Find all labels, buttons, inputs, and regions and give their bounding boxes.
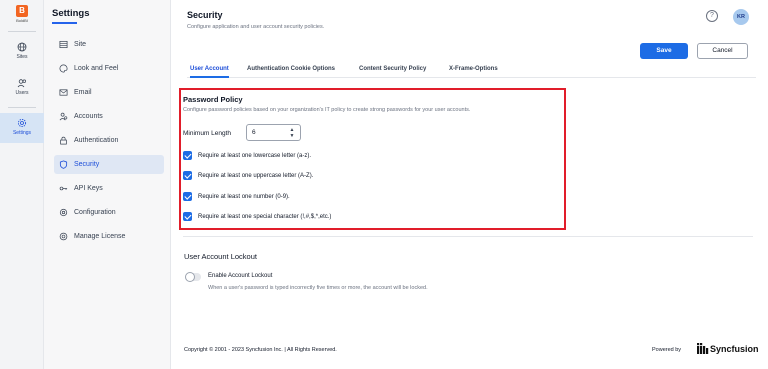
password-policy-title: Password Policy [183,95,243,104]
lockout-description: When a user's password is typed incorrec… [208,285,428,291]
sidebar-item-label: Manage License [74,233,126,240]
sidebar-item-manage-license[interactable]: Manage License [54,227,164,246]
sidebar-item-email[interactable]: Email [54,83,164,102]
minimum-length-stepper[interactable]: 6 ▲ ▼ [246,124,301,141]
rule-label: Require at least one lowercase letter (a… [198,152,312,159]
rail-item-label: Settings [12,130,32,136]
cancel-button[interactable]: Cancel [697,43,748,59]
rule-lowercase[interactable]: Require at least one lowercase letter (a… [183,151,311,160]
app-logo[interactable]: B BoldBI [12,5,32,25]
key-icon [59,186,68,191]
tab-content-security-policy[interactable]: Content Security Policy [359,66,426,78]
sidebar-item-label: Look and Feel [74,65,119,72]
decrement-icon[interactable]: ▼ [288,133,296,139]
page-title: Security [187,10,223,20]
sidebar-item-label: Authentication [74,137,119,144]
main-content: Security Configure application and user … [171,0,768,369]
sidebar-item-label: API Keys [74,185,103,192]
app-name: BoldBI [16,18,28,23]
sidebar-item-configuration[interactable]: Configuration [54,203,164,222]
settings-sidebar: Settings Site Look and Feel Email Accoun… [44,0,171,369]
globe-icon [17,42,27,52]
sidebar-item-label: Security [74,161,100,168]
syncfusion-wordmark: Syncfusion [710,343,759,354]
sidebar-item-label: Site [74,41,87,48]
stepper-arrows[interactable]: ▲ ▼ [288,127,296,139]
sidebar-item-site[interactable]: Site [54,35,164,54]
page-subtitle: Configure application and user account s… [187,24,325,30]
shield-icon [59,160,68,169]
rail-divider [8,107,36,108]
accounts-icon [59,112,68,121]
tab-user-account[interactable]: User Account [190,66,229,78]
rail-item-sites[interactable]: Sites [0,42,44,60]
password-policy-description: Configure password policies based on you… [183,107,471,113]
rule-label: Require at least one special character (… [198,213,332,220]
tab-bar: User Account Authentication Cookie Optio… [187,62,756,78]
sidebar-item-authentication[interactable]: Authentication [54,131,164,150]
license-icon [59,232,68,241]
lock-icon [60,136,67,145]
rail-item-settings[interactable]: Settings [0,113,44,143]
sidebar-item-security[interactable]: Security [54,155,164,174]
section-divider [183,236,753,237]
rail-divider [8,31,36,32]
rail-item-label: Users [15,90,29,96]
app-rail: B BoldBI Sites Users Settings [0,0,44,369]
sidebar-item-look-and-feel[interactable]: Look and Feel [54,59,164,78]
lockout-title: User Account Lockout [184,252,257,261]
rule-number[interactable]: Require at least one number (0-9). [183,192,290,201]
rule-label: Require at least one number (0-9). [198,193,290,200]
sidebar-item-label: Configuration [74,209,116,216]
syncfusion-mark-icon [697,343,709,354]
rule-uppercase[interactable]: Require at least one uppercase letter (A… [183,171,313,180]
avatar[interactable]: KR [733,9,749,25]
lockout-toggle-label: Enable Account Lockout [208,273,273,279]
tab-x-frame-options[interactable]: X-Frame-Options [449,66,498,78]
checkbox-checked-icon[interactable] [183,151,192,160]
users-icon [17,79,26,88]
save-button[interactable]: Save [640,43,688,59]
syncfusion-logo[interactable]: Syncfusion [697,343,759,354]
rail-item-label: Sites [16,54,28,60]
rule-label: Require at least one uppercase letter (A… [198,172,314,179]
tab-authentication-cookie-options[interactable]: Authentication Cookie Options [247,66,335,78]
sidebar-item-label: Accounts [74,113,103,120]
minimum-length-label: Minimum Length [183,130,232,137]
palette-icon [59,64,68,73]
sidebar-item-api-keys[interactable]: API Keys [54,179,164,198]
bold-bi-logo-icon: B [16,5,28,17]
copyright: Copyright © 2001 - 2023 Syncfusion Inc. … [184,347,337,353]
sidebar-title: Settings [52,8,90,19]
help-icon[interactable]: ? [706,10,718,22]
checkbox-checked-icon[interactable] [183,212,192,221]
site-icon [59,40,68,49]
sidebar-title-underline [52,22,77,24]
minimum-length-value[interactable]: 6 [252,129,256,136]
sidebar-item-accounts[interactable]: Accounts [54,107,164,126]
sidebar-item-label: Email [74,89,92,96]
config-icon [59,208,68,217]
rule-special-character[interactable]: Require at least one special character (… [183,212,331,221]
lockout-toggle[interactable] [185,272,201,282]
checkbox-checked-icon[interactable] [183,171,192,180]
gear-icon [17,118,27,128]
rail-item-users[interactable]: Users [0,78,44,96]
checkbox-checked-icon[interactable] [183,192,192,201]
mail-icon [59,89,68,96]
powered-by-label: Powered by [652,347,682,353]
toggle-knob[interactable] [185,272,195,282]
